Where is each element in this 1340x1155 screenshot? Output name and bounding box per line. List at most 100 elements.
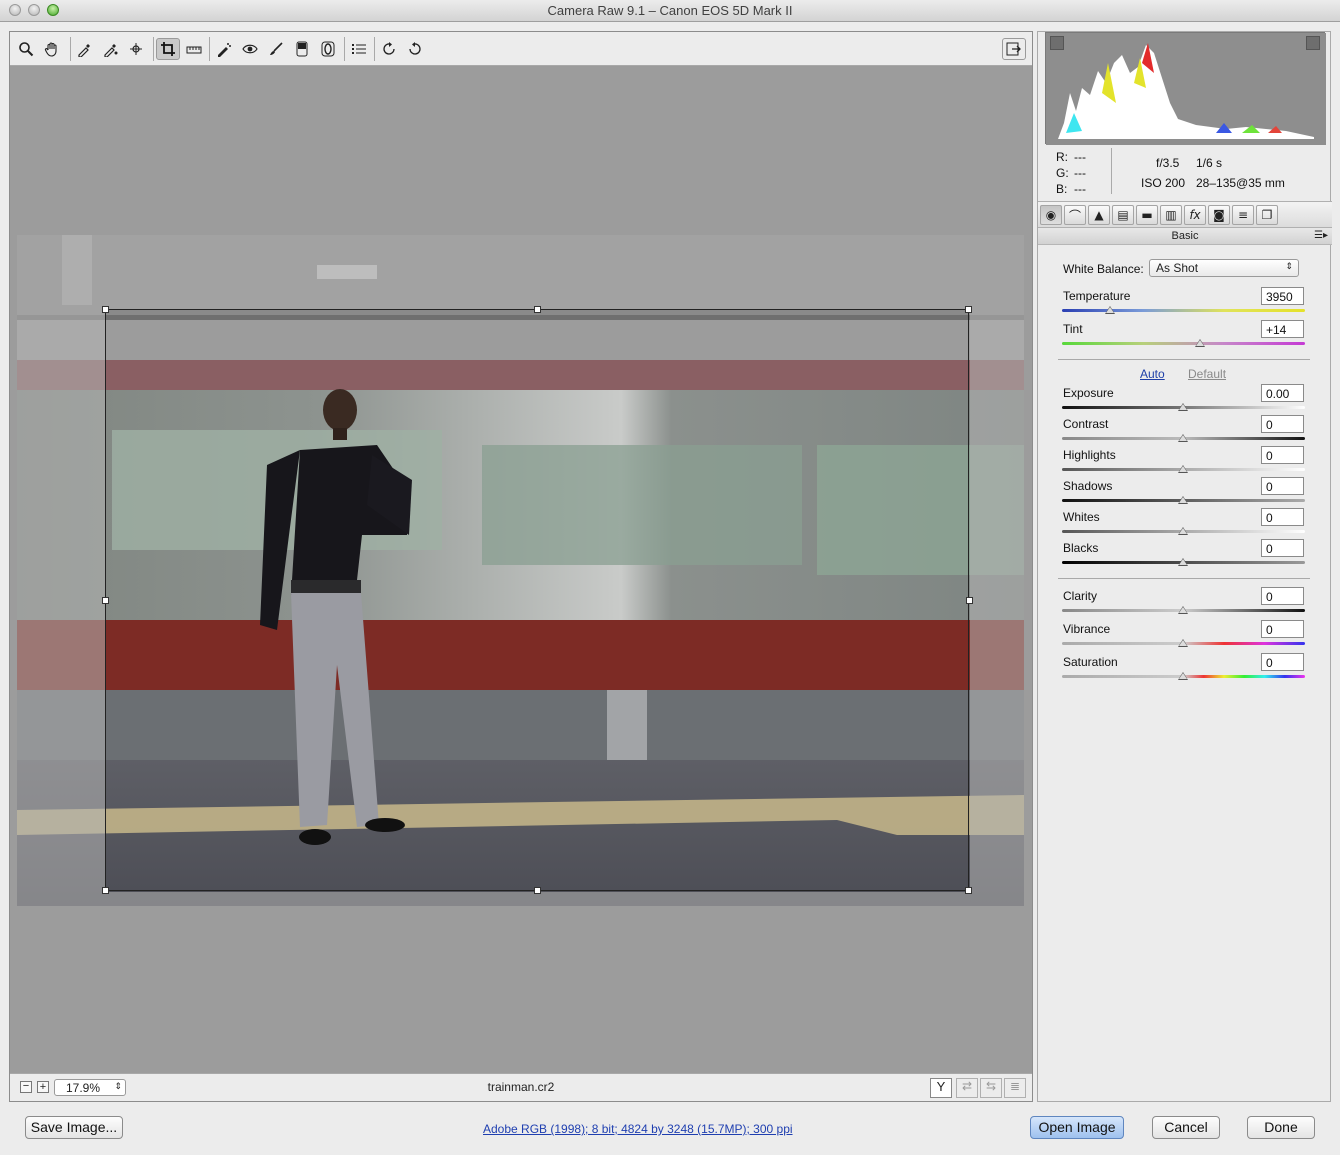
preferences-icon[interactable]: [347, 38, 371, 60]
shadows-thumb[interactable]: [1178, 496, 1188, 504]
tone-curve-tab-icon[interactable]: ⌒: [1064, 205, 1086, 225]
save-image-button[interactable]: Save Image...: [25, 1116, 123, 1139]
default-link[interactable]: Default: [1188, 367, 1226, 381]
crop-handle-top-right[interactable]: [965, 306, 972, 313]
copy-settings-icon[interactable]: ⇆: [980, 1078, 1002, 1098]
zoom-icon[interactable]: [14, 38, 38, 60]
exposure-thumb[interactable]: [1178, 403, 1188, 411]
shadows-label: Shadows: [1063, 479, 1113, 493]
blacks-thumb[interactable]: [1178, 558, 1188, 566]
detail-tab-icon[interactable]: ▲: [1088, 205, 1110, 225]
vibrance-field[interactable]: 0: [1261, 620, 1304, 638]
split-toning-tab-icon[interactable]: ▬: [1136, 205, 1158, 225]
camera-calibration-tab-icon[interactable]: ◙: [1208, 205, 1230, 225]
adjustment-brush-icon[interactable]: [264, 38, 288, 60]
cancel-button[interactable]: Cancel: [1152, 1116, 1220, 1139]
lens-corrections-tab-icon[interactable]: ▥: [1160, 205, 1182, 225]
white-balance-select[interactable]: As Shot ⇕: [1149, 259, 1299, 277]
straighten-icon[interactable]: [182, 38, 206, 60]
shadow-clipping-toggle[interactable]: [1050, 36, 1064, 50]
status-bar: − + 17.9% ⇕ trainman.cr2 Y ⇄ ⇆ ≣: [10, 1073, 1032, 1101]
rotate-cw-icon[interactable]: [403, 38, 427, 60]
crop-handle-right[interactable]: [966, 597, 973, 604]
contrast-field[interactable]: 0: [1261, 415, 1304, 433]
clarity-thumb[interactable]: [1178, 606, 1188, 614]
highlights-thumb[interactable]: [1178, 465, 1188, 473]
exposure-field[interactable]: 0.00: [1261, 384, 1304, 402]
temperature-field[interactable]: 3950: [1261, 287, 1304, 305]
clarity-field[interactable]: 0: [1261, 587, 1304, 605]
highlights-field[interactable]: 0: [1261, 446, 1304, 464]
g-value: ---: [1074, 166, 1086, 180]
section-divider: [1058, 578, 1310, 579]
exif-info: R: --- G: --- B: --- f/3.5 1/6 s ISO 200…: [1038, 148, 1332, 196]
before-after-toggle-icon[interactable]: Y: [930, 1078, 952, 1098]
targeted-adjust-icon[interactable]: [125, 38, 149, 60]
aperture-value: f/3.5: [1156, 156, 1180, 170]
tint-field[interactable]: +14: [1261, 320, 1304, 338]
crop-rectangle[interactable]: [105, 309, 969, 891]
section-divider: [1058, 359, 1310, 360]
whites-field[interactable]: 0: [1261, 508, 1304, 526]
toolbar-separator: [70, 37, 71, 61]
window-title: Camera Raw 9.1 – Canon EOS 5D Mark II: [547, 3, 793, 18]
whites-thumb[interactable]: [1178, 527, 1188, 535]
crop-handle-left[interactable]: [102, 597, 109, 604]
auto-link[interactable]: Auto: [1140, 367, 1165, 381]
toolbar-separator: [344, 37, 345, 61]
shadows-field[interactable]: 0: [1261, 477, 1304, 495]
r-value: ---: [1074, 150, 1086, 164]
color-sampler-icon[interactable]: [99, 38, 123, 60]
image-canvas[interactable]: [10, 67, 1032, 1073]
done-button[interactable]: Done: [1247, 1116, 1315, 1139]
temperature-slider[interactable]: [1062, 309, 1305, 312]
snapshots-tab-icon[interactable]: ❐: [1256, 205, 1278, 225]
highlight-clipping-toggle[interactable]: [1306, 36, 1320, 50]
crop-icon[interactable]: [156, 38, 180, 60]
red-eye-icon[interactable]: [238, 38, 262, 60]
fullscreen-toggle-icon[interactable]: [1002, 38, 1026, 60]
panel-tabs: ◉ ⌒ ▲ ▤ ▬ ▥ fx ◙ ≡ ❐: [1038, 201, 1332, 228]
hsl-tab-icon[interactable]: ▤: [1112, 205, 1134, 225]
crop-handle-bottom-left[interactable]: [102, 887, 109, 894]
vibrance-thumb[interactable]: [1178, 639, 1188, 647]
toolbar-separator: [153, 37, 154, 61]
tint-slider[interactable]: [1062, 342, 1305, 345]
temperature-thumb[interactable]: [1105, 306, 1115, 314]
lens-value: 28–135@35 mm: [1196, 176, 1285, 190]
preview-pane: − + 17.9% ⇕ trainman.cr2 Y ⇄ ⇆ ≣: [9, 31, 1033, 1102]
rotate-ccw-icon[interactable]: [377, 38, 401, 60]
tint-thumb[interactable]: [1195, 339, 1205, 347]
blacks-field[interactable]: 0: [1261, 539, 1304, 557]
radial-filter-icon[interactable]: [316, 38, 340, 60]
tint-label: Tint: [1063, 322, 1083, 336]
panel-menu-icon[interactable]: ☰▸: [1314, 228, 1328, 244]
contrast-thumb[interactable]: [1178, 434, 1188, 442]
hand-icon[interactable]: [40, 38, 64, 60]
toggle-settings-icon[interactable]: ≣: [1004, 1078, 1026, 1098]
white-balance-icon[interactable]: [73, 38, 97, 60]
highlights-label: Highlights: [1063, 448, 1116, 462]
g-label: G:: [1056, 166, 1069, 180]
open-image-button[interactable]: Open Image: [1030, 1116, 1124, 1139]
title-bar: Camera Raw 9.1 – Canon EOS 5D Mark II: [0, 0, 1340, 22]
swap-settings-icon[interactable]: ⇄: [956, 1078, 978, 1098]
effects-tab-icon[interactable]: fx: [1184, 205, 1206, 225]
spot-removal-icon[interactable]: [212, 38, 236, 60]
contrast-label: Contrast: [1063, 417, 1109, 431]
temperature-label: Temperature: [1063, 289, 1131, 303]
select-arrows-icon: ⇕: [1285, 261, 1293, 271]
saturation-label: Saturation: [1063, 655, 1118, 669]
saturation-field[interactable]: 0: [1261, 653, 1304, 671]
saturation-thumb[interactable]: [1178, 672, 1188, 680]
workflow-options-link[interactable]: Adobe RGB (1998); 8 bit; 4824 by 3248 (1…: [483, 1122, 793, 1136]
toolbar-separator: [374, 37, 375, 61]
basic-tab-icon[interactable]: ◉: [1040, 205, 1062, 225]
presets-tab-icon[interactable]: ≡: [1232, 205, 1254, 225]
crop-handle-top[interactable]: [534, 306, 541, 313]
adjustments-pane: R: --- G: --- B: --- f/3.5 1/6 s ISO 200…: [1037, 31, 1332, 1102]
crop-handle-bottom[interactable]: [534, 887, 541, 894]
crop-handle-top-left[interactable]: [102, 306, 109, 313]
crop-handle-bottom-right[interactable]: [965, 887, 972, 894]
graduated-filter-icon[interactable]: [290, 38, 314, 60]
